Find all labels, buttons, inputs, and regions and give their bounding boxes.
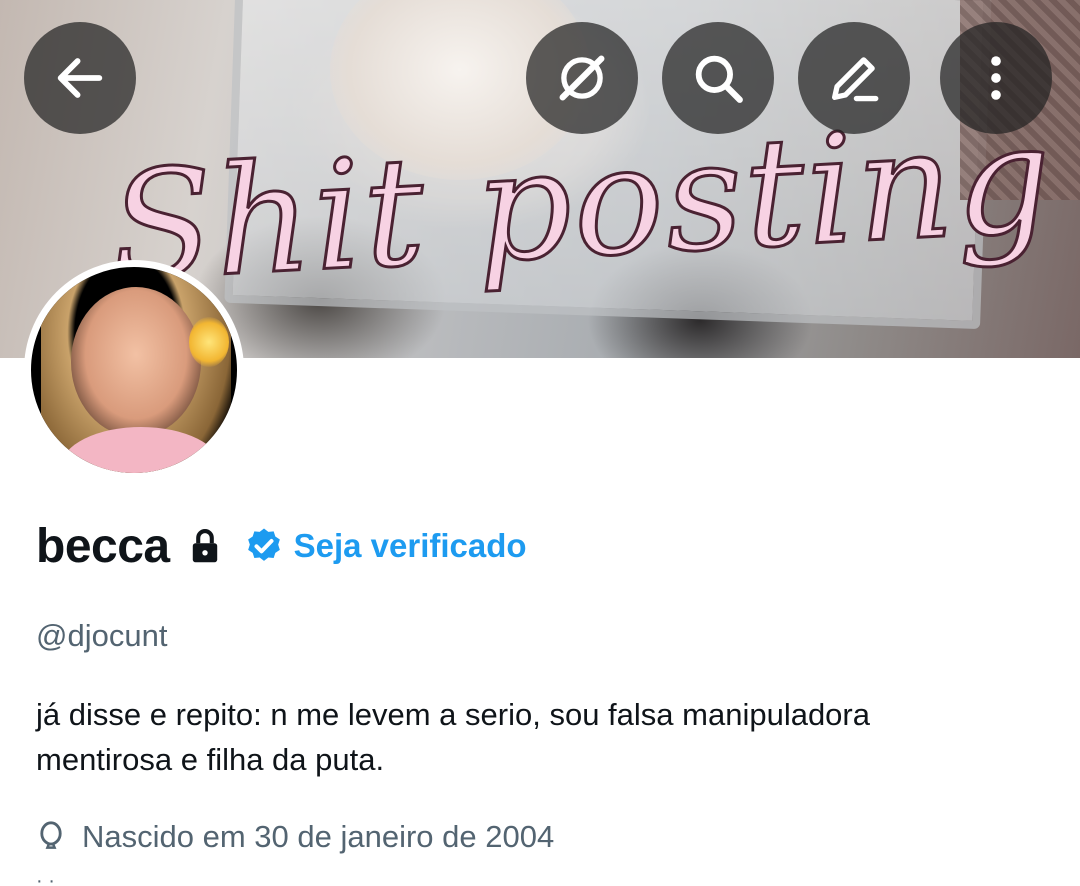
bio-line: já disse e repito: n me levem a serio, s… xyxy=(36,697,870,732)
grok-button[interactable] xyxy=(526,22,638,134)
birth-date-row: Nascido em 30 de janeiro de 2004 xyxy=(36,814,554,860)
bio-line: mentirosa e filha da puta. xyxy=(36,742,385,777)
more-vertical-icon xyxy=(991,56,1001,100)
name-row: becca Seja verificado xyxy=(36,514,527,578)
profile-avatar[interactable] xyxy=(24,260,244,480)
partial-meta-icon: · · · xyxy=(36,876,66,886)
back-arrow-icon xyxy=(57,58,103,98)
verified-badge-icon[interactable] xyxy=(244,526,284,566)
balloon-icon xyxy=(40,821,62,849)
search-button[interactable] xyxy=(662,22,774,134)
grok-icon xyxy=(559,55,605,101)
back-button[interactable] xyxy=(24,22,136,134)
birth-date-text: Nascido em 30 de janeiro de 2004 xyxy=(82,819,555,854)
edit-icon xyxy=(832,57,879,102)
lock-icon xyxy=(192,529,217,563)
profile-handle: @djocunt xyxy=(36,618,168,653)
profile-bio: já disse e repito: n me levem a serio, s… xyxy=(36,692,1036,782)
avatar-flash xyxy=(189,317,229,367)
avatar-face xyxy=(71,287,201,437)
search-icon xyxy=(695,55,743,103)
more-options-button[interactable] xyxy=(940,22,1052,134)
edit-button[interactable] xyxy=(798,22,910,134)
get-verified-link[interactable]: Seja verificado xyxy=(294,527,527,565)
display-name: becca xyxy=(36,519,170,573)
